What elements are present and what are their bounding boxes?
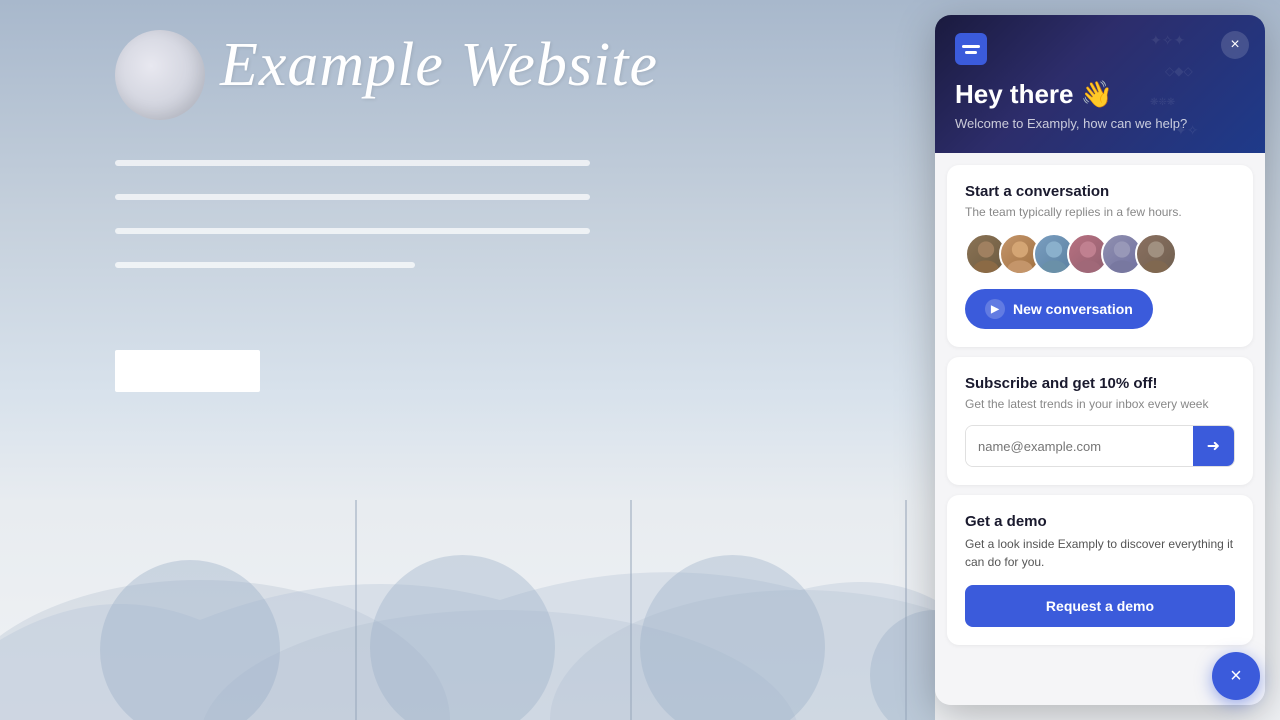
demo-card: Get a demo Get a look inside Examply to … bbox=[947, 495, 1253, 645]
content-line-1 bbox=[115, 160, 590, 166]
conversation-card-desc: The team typically replies in a few hour… bbox=[965, 205, 1235, 219]
float-close-button[interactable]: × bbox=[1212, 652, 1260, 700]
subscribe-desc: Get the latest trends in your inbox ever… bbox=[965, 397, 1235, 411]
subscribe-card: Subscribe and get 10% off! Get the lates… bbox=[947, 357, 1253, 485]
vert-divider-1 bbox=[355, 500, 357, 720]
demo-desc: Get a look inside Examply to discover ev… bbox=[965, 535, 1235, 571]
website-title: Example Website bbox=[220, 30, 658, 101]
close-button[interactable]: × bbox=[1221, 31, 1249, 59]
content-line-3 bbox=[115, 228, 590, 234]
chat-header: ✦✧✦ ◇◆◇ ❋❊❋ ✦✧ ◈◉◈ × Hey there 👋 Welcome… bbox=[935, 15, 1265, 153]
website-content: Example Website bbox=[0, 0, 935, 720]
new-conv-icon: ▶ bbox=[985, 299, 1005, 319]
email-input[interactable] bbox=[966, 426, 1193, 466]
avatars-row bbox=[965, 233, 1235, 275]
subscribe-title: Subscribe and get 10% off! bbox=[965, 375, 1235, 392]
new-conversation-button[interactable]: ▶ New conversation bbox=[965, 289, 1153, 329]
vert-divider-3 bbox=[905, 500, 907, 720]
logo-icon bbox=[955, 33, 987, 65]
demo-title: Get a demo bbox=[965, 513, 1235, 530]
svg-text:◇◆◇: ◇◆◇ bbox=[1165, 64, 1193, 78]
logo-bar-2 bbox=[965, 51, 977, 54]
request-demo-button[interactable]: Request a demo bbox=[965, 585, 1235, 627]
email-submit-button[interactable]: ➜ bbox=[1193, 426, 1234, 466]
website-button-placeholder bbox=[115, 350, 260, 392]
content-lines bbox=[115, 160, 590, 296]
chat-subtitle: Welcome to Examply, how can we help? bbox=[955, 116, 1245, 131]
email-submit-icon: ➜ bbox=[1207, 436, 1220, 456]
chat-logo bbox=[955, 33, 1245, 65]
moon-decoration bbox=[115, 30, 205, 120]
chat-greeting: Hey there 👋 bbox=[955, 79, 1245, 110]
conversation-card: Start a conversation The team typically … bbox=[947, 165, 1253, 347]
content-line-4 bbox=[115, 262, 415, 268]
email-row: ➜ bbox=[965, 425, 1235, 467]
chat-body: Start a conversation The team typically … bbox=[935, 153, 1265, 705]
new-conv-label: New conversation bbox=[1013, 301, 1133, 317]
content-line-2 bbox=[115, 194, 590, 200]
conversation-card-title: Start a conversation bbox=[965, 183, 1235, 200]
avatar-6 bbox=[1135, 233, 1177, 275]
vert-divider-2 bbox=[630, 500, 632, 720]
logo-bar-1 bbox=[962, 45, 980, 48]
chat-widget: ✦✧✦ ◇◆◇ ❋❊❋ ✦✧ ◈◉◈ × Hey there 👋 Welcome… bbox=[935, 15, 1265, 705]
